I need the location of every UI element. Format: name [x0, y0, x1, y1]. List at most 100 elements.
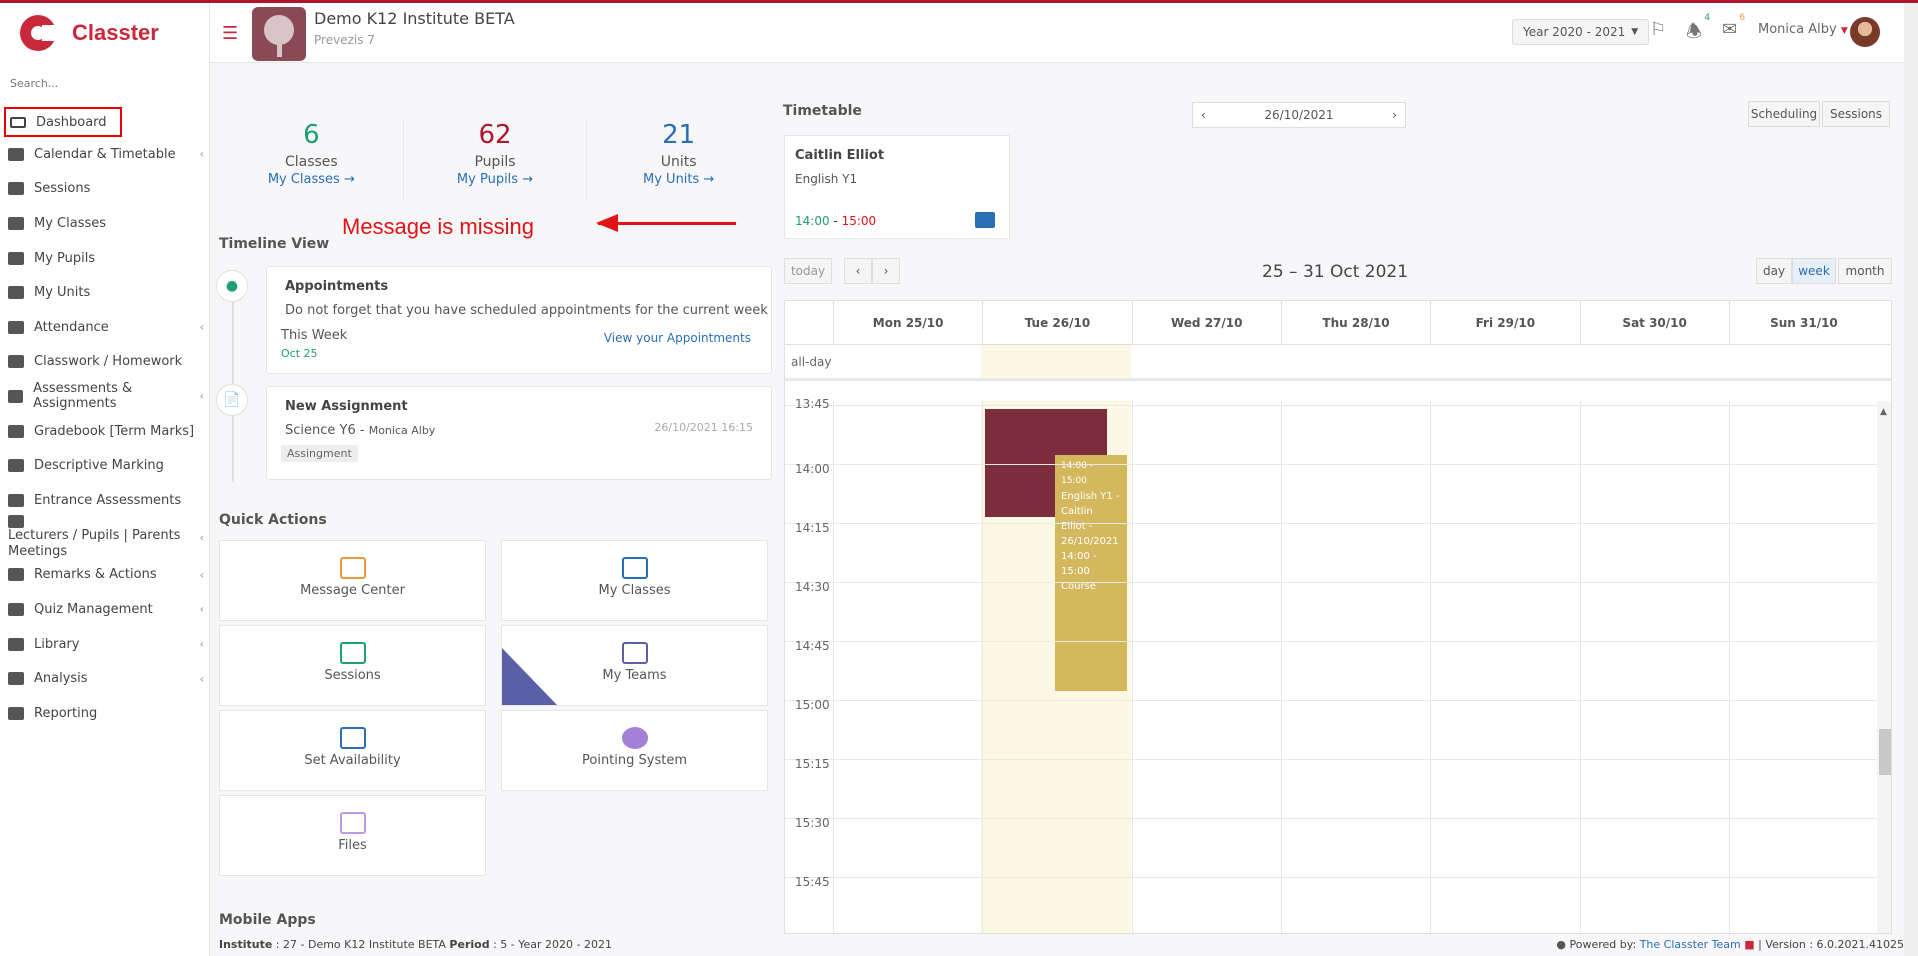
- event-text-line: Elliot -: [1061, 521, 1093, 532]
- sidebar-item-label: Gradebook [Term Marks]: [34, 423, 195, 439]
- session-icon[interactable]: [975, 212, 995, 228]
- chevron-left-icon: ‹: [855, 264, 861, 278]
- assignment-datetime: 26/10/2021 16:15: [654, 421, 753, 434]
- library-icon: [8, 637, 24, 651]
- today-button[interactable]: today: [784, 258, 832, 284]
- stat-value: 21: [662, 120, 696, 150]
- quick-action-message-center[interactable]: Message Center: [219, 540, 486, 621]
- calendar-icon: [8, 147, 24, 161]
- grid-row-line: [785, 700, 1877, 701]
- sidebar-item-reporting[interactable]: Reporting: [0, 696, 210, 731]
- quick-action-label: Message Center: [300, 583, 405, 598]
- quick-action-my-teams[interactable]: My Teams: [501, 625, 768, 706]
- sidebar-item-gradebook-term-marks[interactable]: Gradebook [Term Marks]: [0, 414, 210, 449]
- sidebar-item-library[interactable]: Library ‹: [0, 627, 210, 662]
- sidebar-item-analysis[interactable]: Analysis ‹: [0, 661, 210, 696]
- timetable-card[interactable]: Caitlin Elliot English Y1 14:00 - 15:00: [784, 135, 1010, 239]
- chevron-left-icon[interactable]: ‹: [1201, 108, 1206, 122]
- grid-row-line: [785, 464, 1877, 465]
- annotation-text: Message is missing: [342, 214, 534, 239]
- sidebar-item-descriptive-marking[interactable]: Descriptive Marking: [0, 448, 210, 483]
- sidebar-item-quiz-management[interactable]: Quiz Management ‹: [0, 592, 210, 627]
- grid-row-line: [785, 877, 1877, 878]
- year-selector[interactable]: Year 2020 - 2021 ▼: [1512, 19, 1650, 45]
- sidebar-item-assessments-assignments[interactable]: Assessments & Assignments ‹: [0, 379, 210, 414]
- footer-powered: ● Powered by: The Classter Team ■ | Vers…: [1556, 938, 1904, 951]
- quick-action-pointing-system[interactable]: Pointing System: [501, 710, 768, 791]
- edit-icon: [8, 389, 24, 403]
- chevron-right-icon: ›: [883, 264, 889, 278]
- stat-link[interactable]: My Classes →: [220, 172, 403, 187]
- sidebar-search-input[interactable]: [10, 77, 200, 90]
- week-calendar: Mon 25/10 Tue 26/10 Wed 27/10 Thu 28/10 Fri …: [784, 300, 1892, 934]
- sidebar-item-my-units[interactable]: My Units: [0, 275, 210, 310]
- sidebar-item-label: My Classes: [34, 215, 107, 231]
- stat-pupils: 62 Pupils My Pupils →: [404, 120, 588, 200]
- user-check-icon: [8, 320, 24, 334]
- flag-icon[interactable]: ⚐: [1650, 19, 1666, 40]
- sidebar-item-label: Classwork / Homework: [34, 354, 183, 370]
- institute-address: Prevezis 7: [314, 33, 375, 47]
- view-appointments-link[interactable]: View your Appointments: [604, 331, 751, 345]
- sidebar-item-dashboard[interactable]: Dashboard: [4, 107, 122, 137]
- sidebar-item-lecturers-pupils-parents-meetings[interactable]: Lecturers / Pupils | Parents Meetings ‹: [0, 515, 210, 559]
- scroll-up-icon[interactable]: ▲: [1880, 407, 1887, 417]
- calendar-day-headers: Mon 25/10 Tue 26/10 Wed 27/10 Thu 28/10 Fri …: [785, 301, 1891, 345]
- chevron-left-icon: ‹: [199, 602, 204, 616]
- classter-logo-icon: [18, 13, 58, 53]
- quick-action-label: Sessions: [324, 668, 381, 683]
- calendar-scrollbar[interactable]: ▲: [1877, 401, 1891, 933]
- sidebar-item-classwork-homework[interactable]: Classwork / Homework: [0, 345, 210, 380]
- meeting-icon: [8, 515, 24, 529]
- stat-link[interactable]: My Units →: [587, 172, 770, 187]
- time-slot-label: 15:45: [795, 875, 830, 889]
- notifications-badge: 4: [1704, 13, 1711, 23]
- timetable-start: 14:00: [795, 214, 830, 228]
- book-icon: [8, 286, 24, 300]
- bell-icon[interactable]: 🕭 4: [1686, 13, 1710, 49]
- sidebar-item-calendar-timetable[interactable]: Calendar & Timetable ‹: [0, 137, 210, 172]
- sessions-button[interactable]: Sessions: [1822, 101, 1890, 127]
- grid-column-line: [1131, 401, 1133, 933]
- chevron-right-icon[interactable]: ›: [1392, 108, 1397, 122]
- grid-column-line: [1579, 401, 1581, 933]
- stat-link[interactable]: My Pupils →: [404, 172, 587, 187]
- annotation-arrow: [598, 222, 736, 225]
- sessions-icon: [339, 642, 366, 664]
- week-view-button[interactable]: week: [1792, 258, 1836, 284]
- sidebar-item-label: Reporting: [34, 705, 98, 721]
- year-selector-label: Year 2020 - 2021: [1523, 25, 1626, 39]
- sidebar-item-attendance[interactable]: Attendance ‹: [0, 310, 210, 345]
- quick-action-set-availability[interactable]: Set Availability: [219, 710, 486, 791]
- classter-small-icon: ●: [1556, 938, 1567, 951]
- user-menu[interactable]: Monica Alby ▼: [1758, 22, 1848, 37]
- chevron-left-icon: ‹: [199, 672, 204, 686]
- classter-team-link[interactable]: The Classter Team: [1640, 938, 1741, 951]
- sidebar-item-label: Dashboard: [36, 114, 107, 130]
- quick-action-sessions[interactable]: Sessions: [219, 625, 486, 706]
- calendar-event-english[interactable]: 14:00 - 15:00 English Y1 - Caitlin Elliot -…: [1055, 455, 1127, 691]
- calendar-scroll-thumb[interactable]: [1879, 729, 1891, 775]
- sidebar-item-sessions[interactable]: Sessions: [0, 172, 210, 207]
- time-slot-label: 14:15: [795, 521, 830, 535]
- day-view-button[interactable]: day: [1756, 258, 1792, 284]
- sidebar-item-my-pupils[interactable]: My Pupils: [0, 241, 210, 276]
- timetable-title: Timetable: [783, 103, 862, 119]
- envelope-icon[interactable]: ✉ 6: [1722, 13, 1745, 40]
- assignment-tag: Assingment: [281, 445, 358, 462]
- avatar[interactable]: [1850, 17, 1880, 47]
- quick-action-my-classes[interactable]: My Classes: [501, 540, 768, 621]
- sidebar-item-remarks-actions[interactable]: Remarks & Actions ‹: [0, 558, 210, 593]
- sidebar-item-entrance-assessments[interactable]: Entrance Assessments: [0, 483, 210, 518]
- month-view-button[interactable]: month: [1838, 258, 1892, 284]
- scheduling-button[interactable]: Scheduling: [1748, 101, 1820, 127]
- hamburger-menu-icon[interactable]: ☰: [222, 23, 238, 44]
- brand-logo[interactable]: Classter: [18, 13, 159, 53]
- prev-week-button[interactable]: ‹: [844, 258, 872, 284]
- message-center-icon: [339, 557, 366, 579]
- next-week-button[interactable]: ›: [872, 258, 900, 284]
- quick-action-files[interactable]: Files: [219, 795, 486, 876]
- allday-row: all-day: [785, 345, 1891, 381]
- sidebar-item-my-classes[interactable]: My Classes: [0, 206, 210, 241]
- page-scrollbar[interactable]: [1904, 3, 1918, 956]
